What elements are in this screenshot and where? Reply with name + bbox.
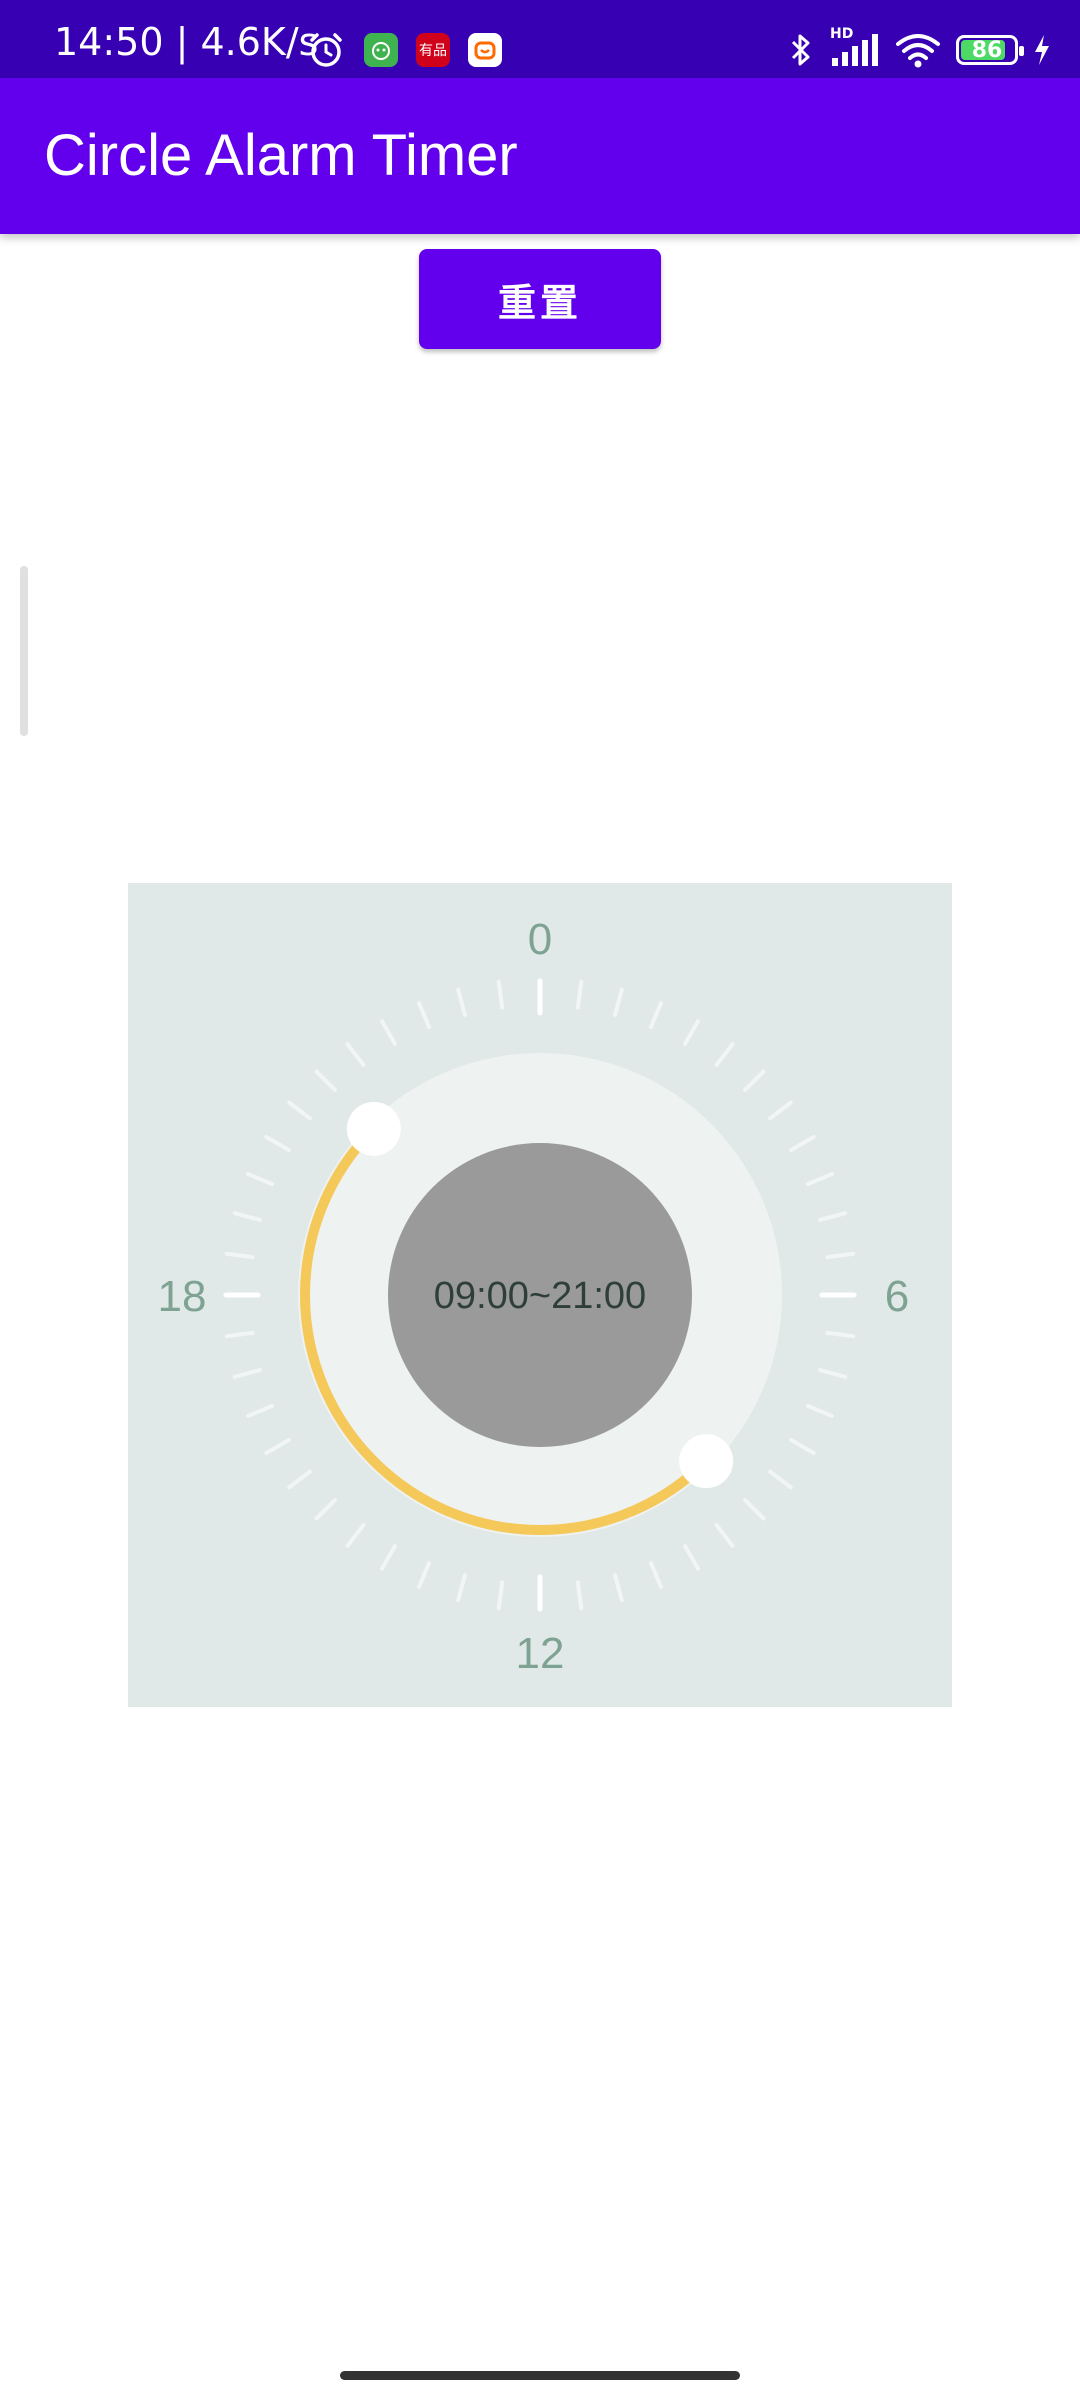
start-time-handle[interactable]: [346, 1101, 401, 1156]
green-app-icon: [364, 33, 398, 67]
minor-tick: [496, 979, 505, 1010]
minor-tick: [224, 1251, 255, 1260]
cellular-signal-icon: HD: [830, 26, 880, 70]
minor-tick: [287, 1469, 312, 1490]
minor-tick: [805, 1403, 834, 1418]
minor-tick: [575, 979, 584, 1010]
scroll-indicator: [20, 566, 28, 736]
minor-tick: [232, 1368, 262, 1379]
circle-alarm-timer[interactable]: 09:00~21:00 0 6 12 18: [128, 883, 952, 1707]
reset-button[interactable]: 重置: [419, 249, 661, 349]
hour-label-0: 0: [528, 915, 552, 964]
battery-cap: [1019, 46, 1024, 56]
minor-tick: [417, 1001, 432, 1030]
minor-tick: [380, 1019, 397, 1046]
alarm-clock-icon: [310, 33, 342, 67]
minor-tick: [345, 1523, 366, 1548]
minor-tick: [714, 1042, 735, 1067]
battery-icon: 86: [956, 35, 1024, 65]
time-range-label: 09:00~21:00: [434, 1275, 646, 1317]
battery-level: 86: [971, 38, 1003, 63]
home-indicator[interactable]: [340, 2371, 740, 2380]
status-bar: 14:50 | 4.6K/s 有品 HD 86: [0, 0, 1080, 78]
minor-tick: [264, 1135, 291, 1152]
minor-tick: [246, 1172, 275, 1187]
minor-tick: [789, 1438, 816, 1455]
minor-tick: [805, 1172, 834, 1187]
red-youpin-app-icon: 有品: [416, 33, 450, 67]
minor-tick: [743, 1069, 766, 1092]
minor-tick: [683, 1019, 700, 1046]
timer-dial[interactable]: 09:00~21:00 0 6 12 18: [128, 883, 952, 1707]
minor-tick: [648, 1560, 663, 1589]
orange-app-icon: [468, 33, 502, 67]
minor-tick: [287, 1100, 312, 1121]
minor-tick: [224, 1330, 255, 1339]
end-time-handle[interactable]: [679, 1434, 734, 1489]
screen: 14:50 | 4.6K/s 有品 HD 86 Circle Alarm Tim…: [0, 0, 1080, 2400]
status-time: 14:50 | 4.6K/s: [54, 20, 319, 64]
app-bar: Circle Alarm Timer: [0, 78, 1080, 234]
minor-tick: [768, 1100, 793, 1121]
minor-tick: [818, 1211, 848, 1222]
minor-tick: [417, 1560, 432, 1589]
minor-tick: [456, 987, 467, 1017]
minor-tick: [232, 1211, 262, 1222]
minor-tick: [768, 1469, 793, 1490]
app-title: Circle Alarm Timer: [44, 123, 518, 188]
hour-label-6: 6: [885, 1272, 909, 1321]
charging-bolt-icon: [1035, 35, 1049, 65]
status-icons-right: HD 86: [786, 26, 1052, 70]
minor-tick: [683, 1544, 700, 1571]
minor-tick: [743, 1498, 766, 1521]
bluetooth-icon: [791, 34, 810, 66]
youpin-label: 有品: [419, 43, 447, 59]
wifi-icon: [896, 34, 940, 68]
minor-tick: [613, 987, 624, 1017]
minor-tick: [314, 1498, 337, 1521]
minor-tick: [825, 1251, 856, 1260]
minor-tick: [575, 1580, 584, 1611]
minor-tick: [613, 1573, 624, 1603]
minor-tick: [456, 1573, 467, 1603]
minor-tick: [496, 1580, 505, 1611]
minor-tick: [246, 1403, 275, 1418]
hour-label-18: 18: [158, 1272, 207, 1321]
minor-tick: [714, 1523, 735, 1548]
minor-tick: [789, 1135, 816, 1152]
minor-tick: [648, 1001, 663, 1030]
minor-tick: [825, 1330, 856, 1339]
minor-tick: [818, 1368, 848, 1379]
minor-tick: [264, 1438, 291, 1455]
minor-tick: [345, 1042, 366, 1067]
status-icons-left: 有品: [306, 30, 502, 70]
minor-tick: [314, 1069, 337, 1092]
minor-tick: [380, 1544, 397, 1571]
hour-label-12: 12: [516, 1629, 565, 1678]
